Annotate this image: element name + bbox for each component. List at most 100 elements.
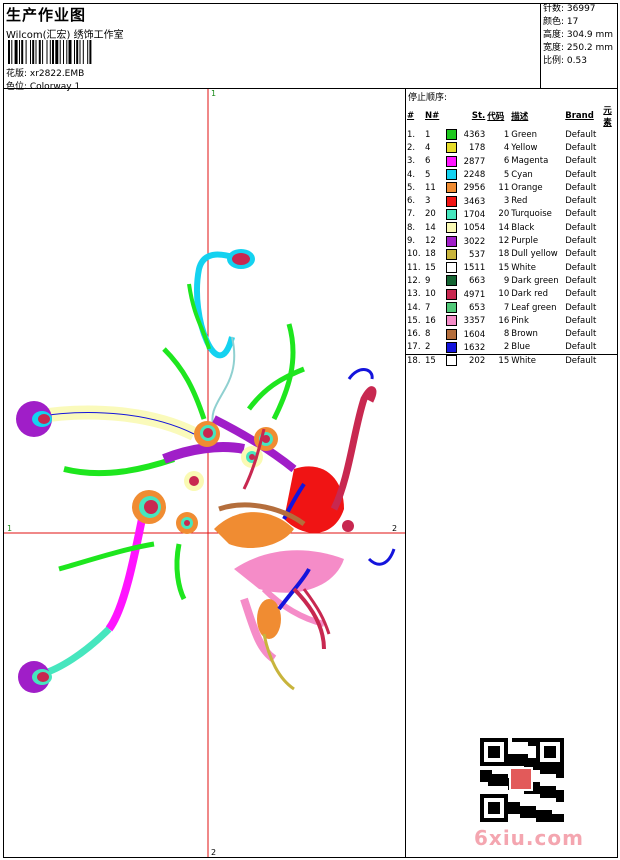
row-stitches: 1054 xyxy=(440,221,486,234)
row-needle: 11 xyxy=(425,182,436,193)
crosshair-bottom-label: 2 xyxy=(211,848,216,857)
row-needle: 15 xyxy=(425,355,436,366)
row-description: Dull yellow xyxy=(511,249,558,260)
row-index: 13. xyxy=(407,289,421,300)
row-element xyxy=(602,314,618,327)
stat-colors: 颜色: 17 xyxy=(543,17,579,27)
row-brand: Default xyxy=(565,355,597,366)
row-description: Black xyxy=(511,222,535,233)
row-stitches: 3357 xyxy=(440,314,486,327)
stat-width: 宽度: 250.2 mm xyxy=(543,43,614,53)
row-element xyxy=(602,181,618,194)
row-stitches: 4971 xyxy=(440,288,486,301)
row-code: 4 xyxy=(503,142,510,153)
row-stitches: 1704 xyxy=(440,208,486,221)
row-description: Yellow xyxy=(511,142,538,153)
row-code: 11 xyxy=(498,182,510,193)
row-needle: 8 xyxy=(425,329,431,340)
col-description: 描述 xyxy=(511,112,529,122)
stop-sequence-title: 停止顺序: xyxy=(408,93,448,103)
row-brand: Default xyxy=(565,209,597,220)
row-brand: Default xyxy=(565,142,597,153)
row-element xyxy=(602,261,618,274)
color-swatch xyxy=(446,315,458,327)
row-code: 14 xyxy=(498,222,510,233)
row-needle: 2 xyxy=(425,342,431,353)
row-index: 10. xyxy=(407,249,421,260)
row-code: 20 xyxy=(498,209,510,220)
row-code: 1 xyxy=(503,129,510,140)
stat-stitches: 针数: 36997 xyxy=(543,4,596,14)
row-index: 14. xyxy=(407,302,421,313)
row-code: 9 xyxy=(503,275,510,286)
row-description: Dark green xyxy=(511,275,559,286)
crosshair-left-label: 1 xyxy=(7,524,12,533)
table-row: 5. 11 2956 11 Orange Default xyxy=(406,181,618,194)
design-preview: 1 1 2 2 xyxy=(4,89,405,857)
row-brand: Default xyxy=(565,182,597,193)
barcode-image xyxy=(8,40,92,64)
row-brand: Default xyxy=(565,222,597,233)
color-swatch xyxy=(446,182,458,194)
color-swatch xyxy=(446,355,458,367)
row-needle: 4 xyxy=(425,142,431,153)
row-code: 6 xyxy=(503,156,510,167)
row-element xyxy=(602,141,618,154)
stat-height: 高度: 304.9 mm xyxy=(543,30,614,40)
row-stitches: 653 xyxy=(440,301,486,314)
row-code: 8 xyxy=(503,329,510,340)
table-row: 12. 9 663 9 Dark green Default xyxy=(406,274,618,287)
row-index: 17. xyxy=(407,342,421,353)
row-description: White xyxy=(511,355,536,366)
row-code: 3 xyxy=(503,196,510,207)
color-swatch xyxy=(446,129,458,141)
table-row: 1. 1 4363 1 Green Default xyxy=(406,128,618,141)
color-swatch xyxy=(446,262,458,274)
row-stitches: 2248 xyxy=(440,168,486,181)
row-needle: 3 xyxy=(425,196,431,207)
row-index: 18. xyxy=(407,355,421,366)
row-brand: Default xyxy=(565,275,597,286)
watermark: 6xiu.com xyxy=(474,826,584,850)
row-element xyxy=(602,354,618,367)
row-index: 11. xyxy=(407,262,421,273)
crosshair-right-label: 2 xyxy=(392,524,397,533)
col-element: 元素 xyxy=(603,106,612,128)
row-brand: Default xyxy=(565,329,597,340)
row-code: 15 xyxy=(498,355,510,366)
row-description: Turquoise xyxy=(511,209,552,220)
col-stitches: St. xyxy=(471,111,486,121)
row-index: 12. xyxy=(407,275,421,286)
color-swatch xyxy=(446,302,458,313)
row-brand: Default xyxy=(565,262,597,273)
row-code: 12 xyxy=(498,236,510,247)
row-brand: Default xyxy=(565,249,597,260)
row-stitches: 3022 xyxy=(440,234,486,247)
stop-sequence-panel: 停止顺序: # N# St. 代码 描述 Brand 元素 1. 1 4363 1 Gr… xyxy=(406,89,618,367)
color-swatch xyxy=(446,208,458,220)
row-brand: Default xyxy=(565,315,597,326)
color-swatch xyxy=(446,169,458,181)
design-file: 花版: xr2822.EMB xyxy=(6,69,85,79)
row-needle: 7 xyxy=(425,302,431,313)
company-name: Wilcom(汇宏) 绣饰工作室 xyxy=(6,30,124,41)
row-description: Leaf green xyxy=(511,302,557,313)
table-row: 11. 15 1511 15 White Default xyxy=(406,261,618,274)
row-index: 5. xyxy=(407,182,416,193)
crosshair-top-label: 1 xyxy=(211,89,216,98)
stats-panel: 针数: 36997 颜色: 17 高度: 304.9 mm 宽度: 250.2 … xyxy=(540,3,619,89)
row-index: 2. xyxy=(407,142,416,153)
col-needle: N# xyxy=(425,111,440,121)
color-swatch xyxy=(446,288,458,300)
row-element xyxy=(602,155,618,168)
row-element xyxy=(602,208,618,221)
row-needle: 16 xyxy=(425,315,436,326)
table-row: 14. 7 653 7 Leaf green Default xyxy=(406,301,618,314)
row-index: 8. xyxy=(407,222,416,233)
row-description: Red xyxy=(511,196,528,207)
row-brand: Default xyxy=(565,169,597,180)
row-index: 7. xyxy=(407,209,416,220)
table-row: 17. 2 1632 2 Blue Default xyxy=(406,341,618,354)
row-brand: Default xyxy=(565,342,597,353)
row-element xyxy=(602,301,618,314)
